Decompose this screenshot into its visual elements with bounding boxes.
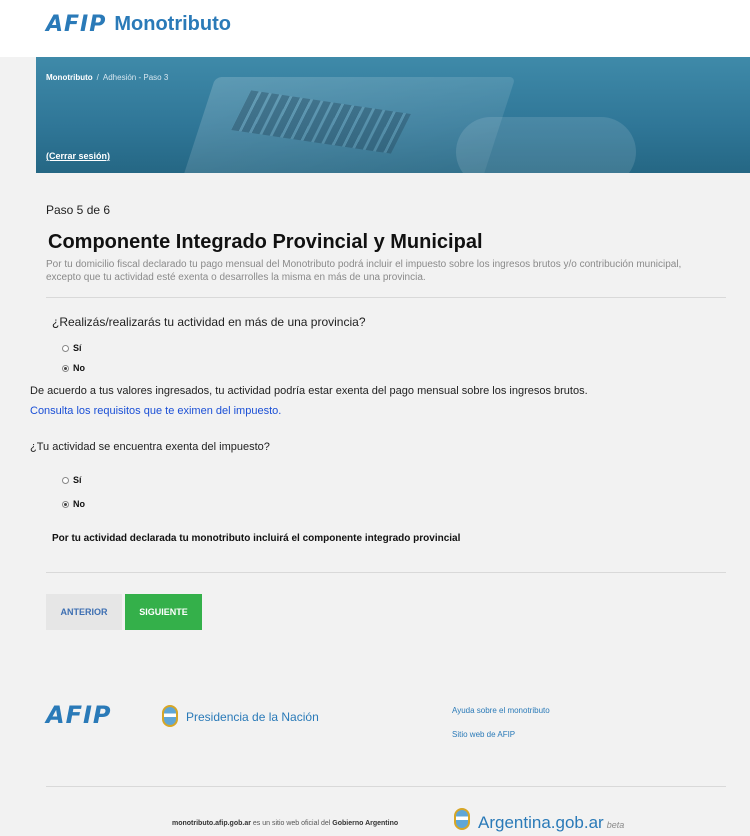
radio-exempt-si[interactable]: Sí [62, 475, 82, 485]
official-site-notice: monotributo.afip.gob.ar es un sitio web … [172, 820, 398, 827]
radio-circle[interactable] [62, 344, 69, 352]
presidencia-link[interactable]: Presidencia de la Nación [186, 710, 319, 724]
question-multi-province: ¿Realizás/realizarás tu actividad en más… [52, 315, 366, 329]
breadcrumb-current: Adhesión - Paso 3 [102, 73, 169, 82]
conclusion-text: Por tu actividad declarada tu monotribut… [52, 533, 461, 544]
argentina-seal-icon [162, 705, 178, 727]
radio-label: No [73, 499, 85, 509]
hero-banner: Monotributo / Adhesión - Paso 3 (Cerrar … [36, 57, 750, 173]
page-description: Por tu domicilio fiscal declarado tu pag… [46, 259, 682, 283]
radio-exempt-no[interactable]: No [62, 499, 85, 509]
question-exempt: ¿Tu actividad se encuentra exenta del im… [30, 441, 270, 453]
top-header: AFIP Monotributo [0, 0, 750, 57]
brand-name: Argentina.gob.ar [478, 813, 604, 832]
footer-afip-logo[interactable]: AFIP [46, 701, 112, 729]
argentina-gob-brand[interactable]: Argentina.gob.ar beta [478, 813, 624, 833]
hero-hand-image [456, 117, 636, 173]
beta-tag: beta [606, 820, 625, 830]
previous-button[interactable]: ANTERIOR [46, 594, 122, 630]
footer-divider [46, 786, 726, 787]
radio-circle[interactable] [62, 364, 69, 372]
radio-circle[interactable] [62, 476, 69, 484]
exemption-info: De acuerdo a tus valores ingresados, tu … [30, 385, 588, 397]
radio-label: No [73, 363, 85, 373]
radio-multi-province-si[interactable]: Sí [62, 343, 82, 353]
site-owner: Gobierno Argentino [332, 820, 399, 827]
divider [46, 297, 726, 298]
divider [46, 572, 726, 573]
afip-logo: AFIP [46, 12, 107, 37]
brand-logo[interactable]: AFIP Monotributo [46, 12, 231, 37]
product-name: Monotributo [114, 13, 231, 35]
breadcrumb: Monotributo / Adhesión - Paso 3 [46, 73, 168, 82]
page-title: Componente Integrado Provincial y Munici… [48, 231, 483, 253]
site-domain: monotributo.afip.gob.ar [172, 820, 251, 827]
afip-website-link[interactable]: Sitio web de AFIP [452, 730, 515, 739]
step-indicator: Paso 5 de 6 [46, 203, 111, 217]
next-button[interactable]: SIGUIENTE [125, 594, 202, 630]
radio-label: Sí [73, 343, 82, 353]
radio-multi-province-no[interactable]: No [62, 363, 85, 373]
argentina-seal-icon [454, 808, 470, 830]
requirements-link[interactable]: Consulta los requisitos que te eximen de… [30, 405, 281, 417]
logout-link[interactable]: (Cerrar sesión) [46, 151, 110, 161]
help-monotributo-link[interactable]: Ayuda sobre el monotributo [452, 706, 550, 715]
breadcrumb-root[interactable]: Monotributo [46, 73, 93, 82]
site-text: es un sitio web oficial del [252, 820, 331, 827]
radio-label: Sí [73, 475, 82, 485]
breadcrumb-separator: / [96, 73, 99, 82]
radio-circle[interactable] [62, 500, 69, 508]
